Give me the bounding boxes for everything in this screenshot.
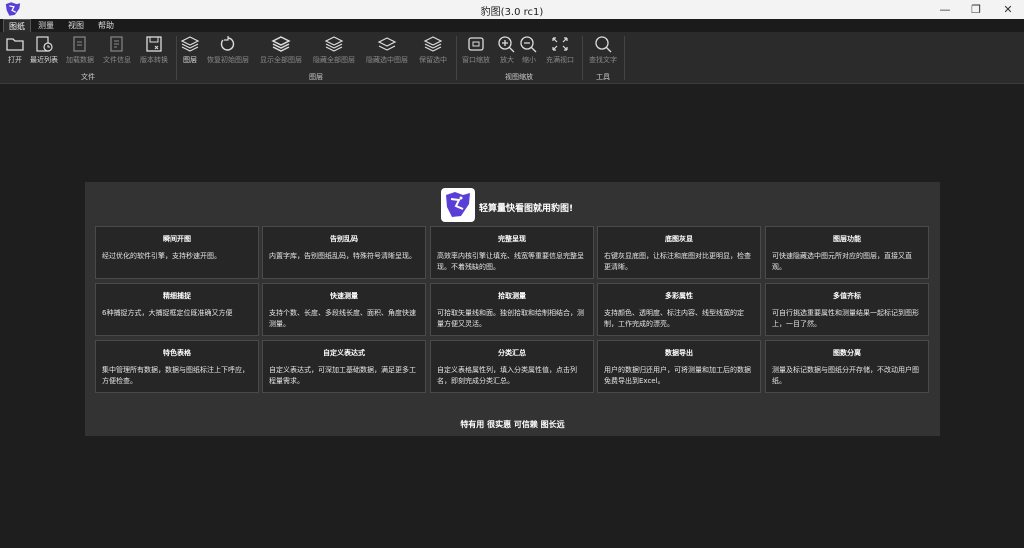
feature-description: 用户的数据归还用户，可将测量和加工后的数据免费导出到Excel。 bbox=[604, 366, 751, 385]
feature-title: 瞬间开图 bbox=[163, 235, 191, 243]
feature-card: 多值齐标可自行挑选重要属性和测量结果一起标记到图形上，一目了然。 bbox=[765, 283, 929, 336]
menu-bar: 图纸 测量 视图 帮助 bbox=[0, 19, 1024, 32]
feature-description: 集中管理所有数据，数据与图纸标注上下呼应，方便检查。 bbox=[102, 366, 249, 385]
layers-button[interactable]: 图层 bbox=[180, 35, 200, 65]
feature-title: 分类汇总 bbox=[498, 349, 526, 357]
feature-title: 精细捕捉 bbox=[163, 292, 191, 300]
recent-list-button[interactable]: 最近列表 bbox=[27, 35, 61, 65]
feature-title: 图层功能 bbox=[833, 235, 861, 243]
feature-title: 拾取测量 bbox=[498, 292, 526, 300]
hide-all-layers-button[interactable]: 隐藏全部图层 bbox=[309, 35, 359, 65]
maximize-button[interactable]: ❐ bbox=[960, 0, 992, 19]
feature-card: 精细捕捉 6种捕捉方式，大捕捉框定位既准确又方便 bbox=[95, 283, 259, 336]
zoom-in-button[interactable]: 放大 bbox=[496, 35, 518, 65]
feature-card: 瞬间开图经过优化的软件引擎，支持秒速开图。 bbox=[95, 226, 259, 279]
feature-title: 特色表格 bbox=[163, 349, 191, 357]
layers-icon bbox=[180, 36, 200, 52]
feature-description: 6种捕捉方式，大捕捉框定位既准确又方便 bbox=[102, 309, 233, 317]
tab-measure[interactable]: 测量 bbox=[33, 19, 59, 32]
minimize-button[interactable]: — bbox=[929, 0, 961, 19]
feature-description: 可拾取矢量线和面。独创拾取和绘制相结合，测量方便又灵活。 bbox=[437, 309, 584, 328]
window-zoom-icon bbox=[468, 37, 484, 51]
welcome-panel: 轻算量快看图就用豹图! 瞬间开图 经过优化的软件引擎，支持秒速开图。 告别乱码 内置字… bbox=[85, 182, 940, 436]
feature-card: 特色表格集中管理所有数据，数据与图纸标注上下呼应，方便检查。 bbox=[95, 340, 259, 393]
folder-icon bbox=[6, 38, 24, 51]
window-title: 豹图(3.0 rc1) bbox=[480, 7, 544, 18]
feature-card: 底图灰显右键灰显底图，让标注和底图对比更明显，检查更清晰。 bbox=[597, 226, 761, 279]
feature-description: 内置字库，告别图纸乱码，特殊符号清晰呈现。 bbox=[269, 252, 416, 260]
group-label-zoom: 视图缩放 bbox=[505, 73, 533, 81]
feature-card: 拾取测量可拾取矢量线和面。独创拾取和绘制相结合，测量方便又灵活。 bbox=[430, 283, 594, 336]
feature-description: 自定义表格属性列，填入分类属性值，点击列名，即刻完成分类汇总。 bbox=[437, 366, 577, 385]
find-text-button[interactable]: 查找文字 bbox=[585, 35, 621, 65]
feature-description: 经过优化的软件引擎，支持秒速开图。 bbox=[102, 252, 221, 260]
feature-description: 可快速隐藏选中图元所对应的图层，直接又直观。 bbox=[772, 252, 912, 271]
tab-drawing[interactable]: 图纸 bbox=[3, 19, 31, 32]
app-logo bbox=[441, 188, 475, 222]
title-bar: 豹图(3.0 rc1) — ❐ ✕ bbox=[0, 0, 1024, 19]
feature-description: 自定义表达式，可深加工基础数据，满足更多工程量需求。 bbox=[269, 366, 416, 385]
fit-view-icon bbox=[552, 37, 568, 51]
panel-title: 轻算量快看图就用豹图! bbox=[479, 204, 574, 214]
show-all-layers-button[interactable]: 显示全部图层 bbox=[256, 35, 306, 65]
feature-title: 完整呈现 bbox=[498, 235, 526, 243]
feature-title: 多彩属性 bbox=[665, 292, 693, 300]
feature-description: 支持个数、长度、多段线长度、面积、角度快速测量。 bbox=[269, 309, 416, 328]
recent-list-icon bbox=[36, 36, 53, 52]
feature-card: 图层功能可快速隐藏选中图元所对应的图层，直接又直观。 bbox=[765, 226, 929, 279]
keep-selected-icon bbox=[423, 36, 443, 52]
show-layers-icon bbox=[271, 36, 291, 52]
window-zoom-button[interactable]: 窗口缩放 bbox=[459, 35, 493, 65]
ribbon-toolbar: 打开 最近列表 加载数据 文件信息 版本转换 文件 图层 恢复初始图层 显示全部… bbox=[0, 32, 1024, 84]
keep-selected-button[interactable]: 保留选中 bbox=[415, 35, 451, 65]
restore-layers-button[interactable]: 恢复初始图层 bbox=[203, 35, 253, 65]
tab-view[interactable]: 视图 bbox=[63, 19, 89, 32]
save-convert-icon bbox=[146, 36, 162, 52]
open-button[interactable]: 打开 bbox=[4, 35, 26, 65]
group-label-file: 文件 bbox=[81, 73, 95, 81]
close-button[interactable]: ✕ bbox=[992, 0, 1024, 19]
load-data-icon bbox=[73, 36, 86, 52]
file-info-button[interactable]: 文件信息 bbox=[100, 35, 134, 65]
feature-title: 底图灰显 bbox=[665, 235, 693, 243]
feature-title: 告别乱码 bbox=[330, 235, 358, 243]
zoom-out-icon bbox=[520, 36, 537, 53]
restore-icon bbox=[220, 36, 235, 51]
zoom-out-button[interactable]: 缩小 bbox=[518, 35, 540, 65]
file-info-icon bbox=[110, 36, 123, 52]
zoom-in-icon bbox=[498, 36, 515, 53]
slogan: 特有用 很实惠 可信赖 图长远 bbox=[460, 420, 565, 429]
hide-selected-layer-icon bbox=[377, 37, 397, 51]
feature-card: 快速测量支持个数、长度、多段线长度、面积、角度快速测量。 bbox=[262, 283, 426, 336]
feature-card: 数据导出用户的数据归还用户，可将测量和加工后的数据免费导出到Excel。 bbox=[597, 340, 761, 393]
feature-title: 多值齐标 bbox=[833, 292, 861, 300]
tab-help[interactable]: 帮助 bbox=[93, 19, 119, 32]
fit-view-button[interactable]: 充满视口 bbox=[542, 35, 578, 65]
load-data-button[interactable]: 加载数据 bbox=[63, 35, 97, 65]
feature-title: 数据导出 bbox=[665, 349, 693, 357]
leopard-logo-icon bbox=[446, 192, 470, 217]
hide-selected-layer-button[interactable]: 隐藏选中图层 bbox=[362, 35, 412, 65]
group-separator bbox=[624, 36, 625, 80]
feature-description: 高效率内核引擎让填充、线宽等重要信息完整呈现。不着残缺的图。 bbox=[437, 252, 584, 271]
feature-description: 可自行挑选重要属性和测量结果一起标记到图形上，一目了然。 bbox=[772, 309, 919, 328]
feature-card: 图数分离测量及标记数据与图纸分开存储，不改动用户图纸。 bbox=[765, 340, 929, 393]
feature-card: 自定义表达式自定义表达式，可深加工基础数据，满足更多工程量需求。 bbox=[262, 340, 426, 393]
feature-card: 告别乱码内置字库，告别图纸乱码，特殊符号清晰呈现。 bbox=[262, 226, 426, 279]
feature-description: 测量及标记数据与图纸分开存储，不改动用户图纸。 bbox=[772, 366, 919, 385]
group-label-layers: 图层 bbox=[309, 73, 323, 81]
feature-card: 完整呈现高效率内核引擎让填充、线宽等重要信息完整呈现。不着残缺的图。 bbox=[430, 226, 594, 279]
feature-title: 图数分离 bbox=[833, 349, 861, 357]
feature-description: 右键灰显底图，让标注和底图对比更明显，检查更清晰。 bbox=[604, 252, 751, 271]
hide-layers-icon bbox=[324, 36, 344, 52]
feature-description: 支持颜色、透明度、标注内容、线型线宽的定制，工作完成的漂亮。 bbox=[604, 309, 744, 328]
search-icon bbox=[595, 36, 612, 53]
feature-title: 快速测量 bbox=[330, 292, 358, 300]
group-label-tools: 工具 bbox=[596, 73, 610, 81]
feature-title: 自定义表达式 bbox=[323, 349, 365, 357]
version-convert-button[interactable]: 版本转换 bbox=[137, 35, 171, 65]
feature-card: 多彩属性支持颜色、透明度、标注内容、线型线宽的定制，工作完成的漂亮。 bbox=[597, 283, 761, 336]
feature-card: 分类汇总自定义表格属性列，填入分类属性值，点击列名，即刻完成分类汇总。 bbox=[430, 340, 594, 393]
